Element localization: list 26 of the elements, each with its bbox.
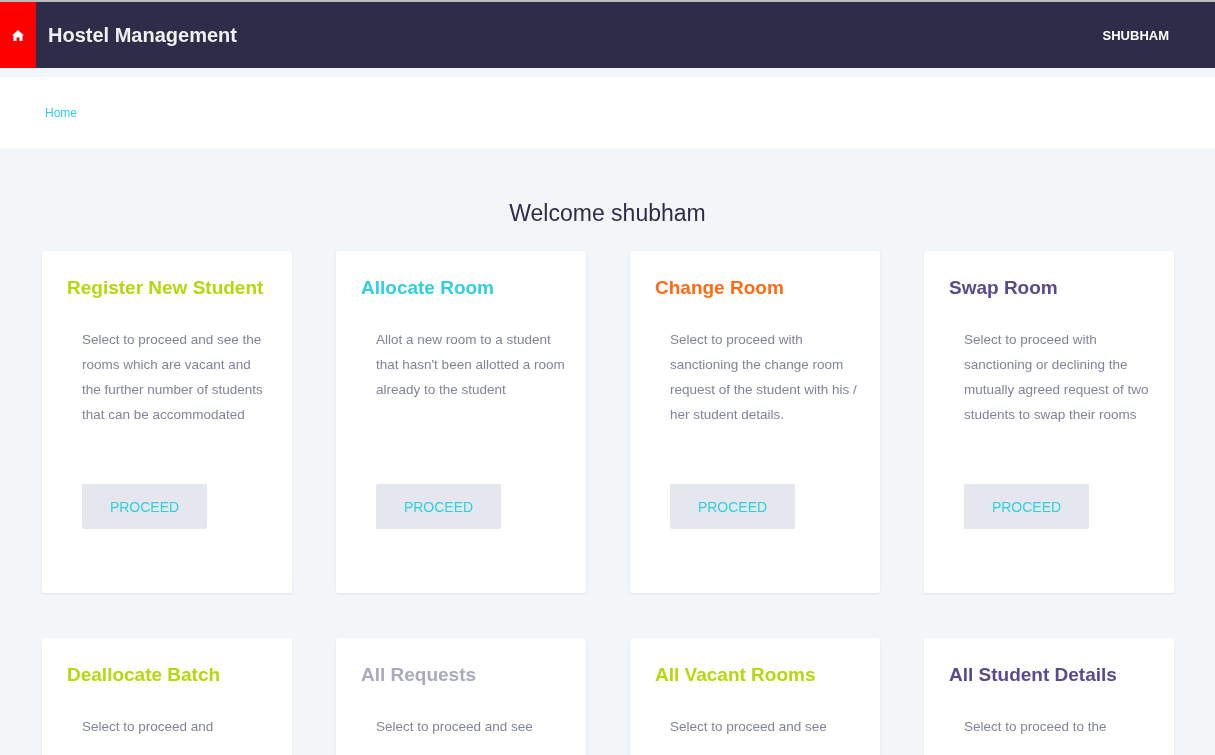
card-title: Change Room xyxy=(655,277,785,299)
proceed-button[interactable]: PROCEED xyxy=(670,484,795,529)
card-title: Register New Student xyxy=(67,277,265,299)
card-title: All Requests xyxy=(361,664,478,686)
card-title: Swap Room xyxy=(949,277,1059,299)
app-title: Hostel Management xyxy=(48,23,238,47)
card-title: All Vacant Rooms xyxy=(655,664,817,686)
card-description: Select to proceed and see the rooms which are vacant and the further number of students that can be accommodated xyxy=(82,331,264,424)
card-title: Deallocate Batch xyxy=(67,664,222,686)
card-description: Select to proceed and see xyxy=(670,718,828,736)
card-title: All Student Details xyxy=(949,664,1118,686)
card-description: Allot a new room to a student that hasn't been allotted a room already to the student xyxy=(376,331,566,399)
home-button[interactable] xyxy=(0,2,36,68)
welcome-heading: Welcome shubham xyxy=(508,200,707,227)
breadcrumb-link[interactable]: Home xyxy=(45,105,77,120)
card-title: Allocate Room xyxy=(361,277,496,299)
card-description: Select to proceed with sanctioning or declining the mutually agreed request of two students to swap their rooms xyxy=(964,331,1150,424)
home-icon xyxy=(12,29,24,41)
proceed-button[interactable]: PROCEED xyxy=(82,484,207,529)
card-description: Select to proceed and see xyxy=(376,718,534,736)
proceed-button[interactable]: PROCEED xyxy=(376,484,501,529)
card-description: Select to proceed with sanctioning the change room request of the student with his / her student details. xyxy=(670,331,858,424)
user-menu-link[interactable]: SHUBHAM xyxy=(1102,27,1169,43)
card-description: Select to proceed and xyxy=(82,718,215,736)
card-description: Select to proceed to the xyxy=(964,718,1108,736)
proceed-button[interactable]: PROCEED xyxy=(964,484,1089,529)
